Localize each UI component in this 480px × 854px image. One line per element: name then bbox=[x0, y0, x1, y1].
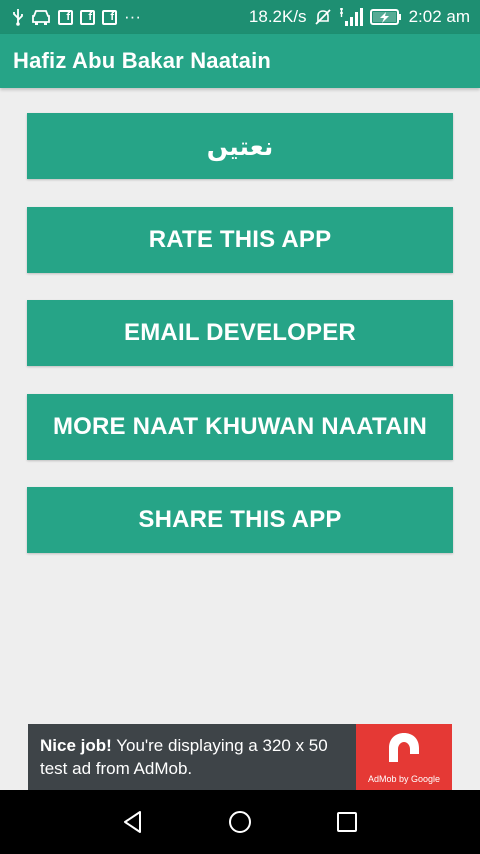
usb-icon bbox=[12, 8, 24, 26]
battery-charging-icon bbox=[369, 8, 402, 26]
app-bar: Hafiz Abu Bakar Naatain bbox=[0, 34, 480, 88]
admob-logo[interactable]: AdMob by Google bbox=[356, 724, 452, 790]
no-sound-icon bbox=[314, 8, 332, 26]
home-button[interactable] bbox=[220, 802, 260, 842]
clock: 2:02 am bbox=[408, 7, 470, 26]
rate-app-button[interactable]: RATE THIS APP bbox=[27, 207, 453, 273]
status-right: 18.2K/s 2:02 am bbox=[249, 7, 470, 27]
facebook-icon: f bbox=[102, 9, 117, 25]
network-speed: 18.2K/s bbox=[248, 7, 307, 26]
ad-bold-text: Nice job! bbox=[40, 736, 112, 755]
ad-banner[interactable]: Nice job! You're displaying a 320 x 50 t… bbox=[28, 724, 452, 790]
admob-icon bbox=[385, 730, 423, 769]
facebook-icon: f bbox=[80, 9, 95, 25]
navigation-bar bbox=[0, 790, 480, 854]
back-button[interactable] bbox=[113, 802, 153, 842]
signal-icon bbox=[339, 7, 363, 27]
naatain-button[interactable]: نعتیں bbox=[27, 113, 453, 179]
ad-text: Nice job! You're displaying a 320 x 50 t… bbox=[28, 724, 356, 790]
more-notifications-icon: ··· bbox=[124, 7, 141, 26]
status-left: f f f ··· bbox=[12, 7, 141, 27]
home-icon bbox=[228, 811, 251, 833]
recents-icon bbox=[336, 812, 357, 832]
main-content: نعتیں RATE THIS APP EMAIL DEVELOPER MORE… bbox=[0, 88, 480, 724]
app-title: Hafiz Abu Bakar Naatain bbox=[13, 48, 272, 73]
back-icon bbox=[124, 811, 142, 833]
more-naat-khuwan-button[interactable]: MORE NAAT KHUWAN NAATAIN bbox=[27, 394, 453, 460]
car-icon bbox=[31, 9, 51, 25]
share-app-button[interactable]: SHARE THIS APP bbox=[27, 487, 453, 553]
admob-caption: AdMob by Google bbox=[367, 774, 441, 784]
recents-button[interactable] bbox=[327, 802, 367, 842]
facebook-icon: f bbox=[58, 9, 73, 25]
status-bar: f f f ··· 18.2K/s 2:02 am bbox=[0, 0, 480, 34]
email-developer-button[interactable]: EMAIL DEVELOPER bbox=[27, 300, 453, 366]
